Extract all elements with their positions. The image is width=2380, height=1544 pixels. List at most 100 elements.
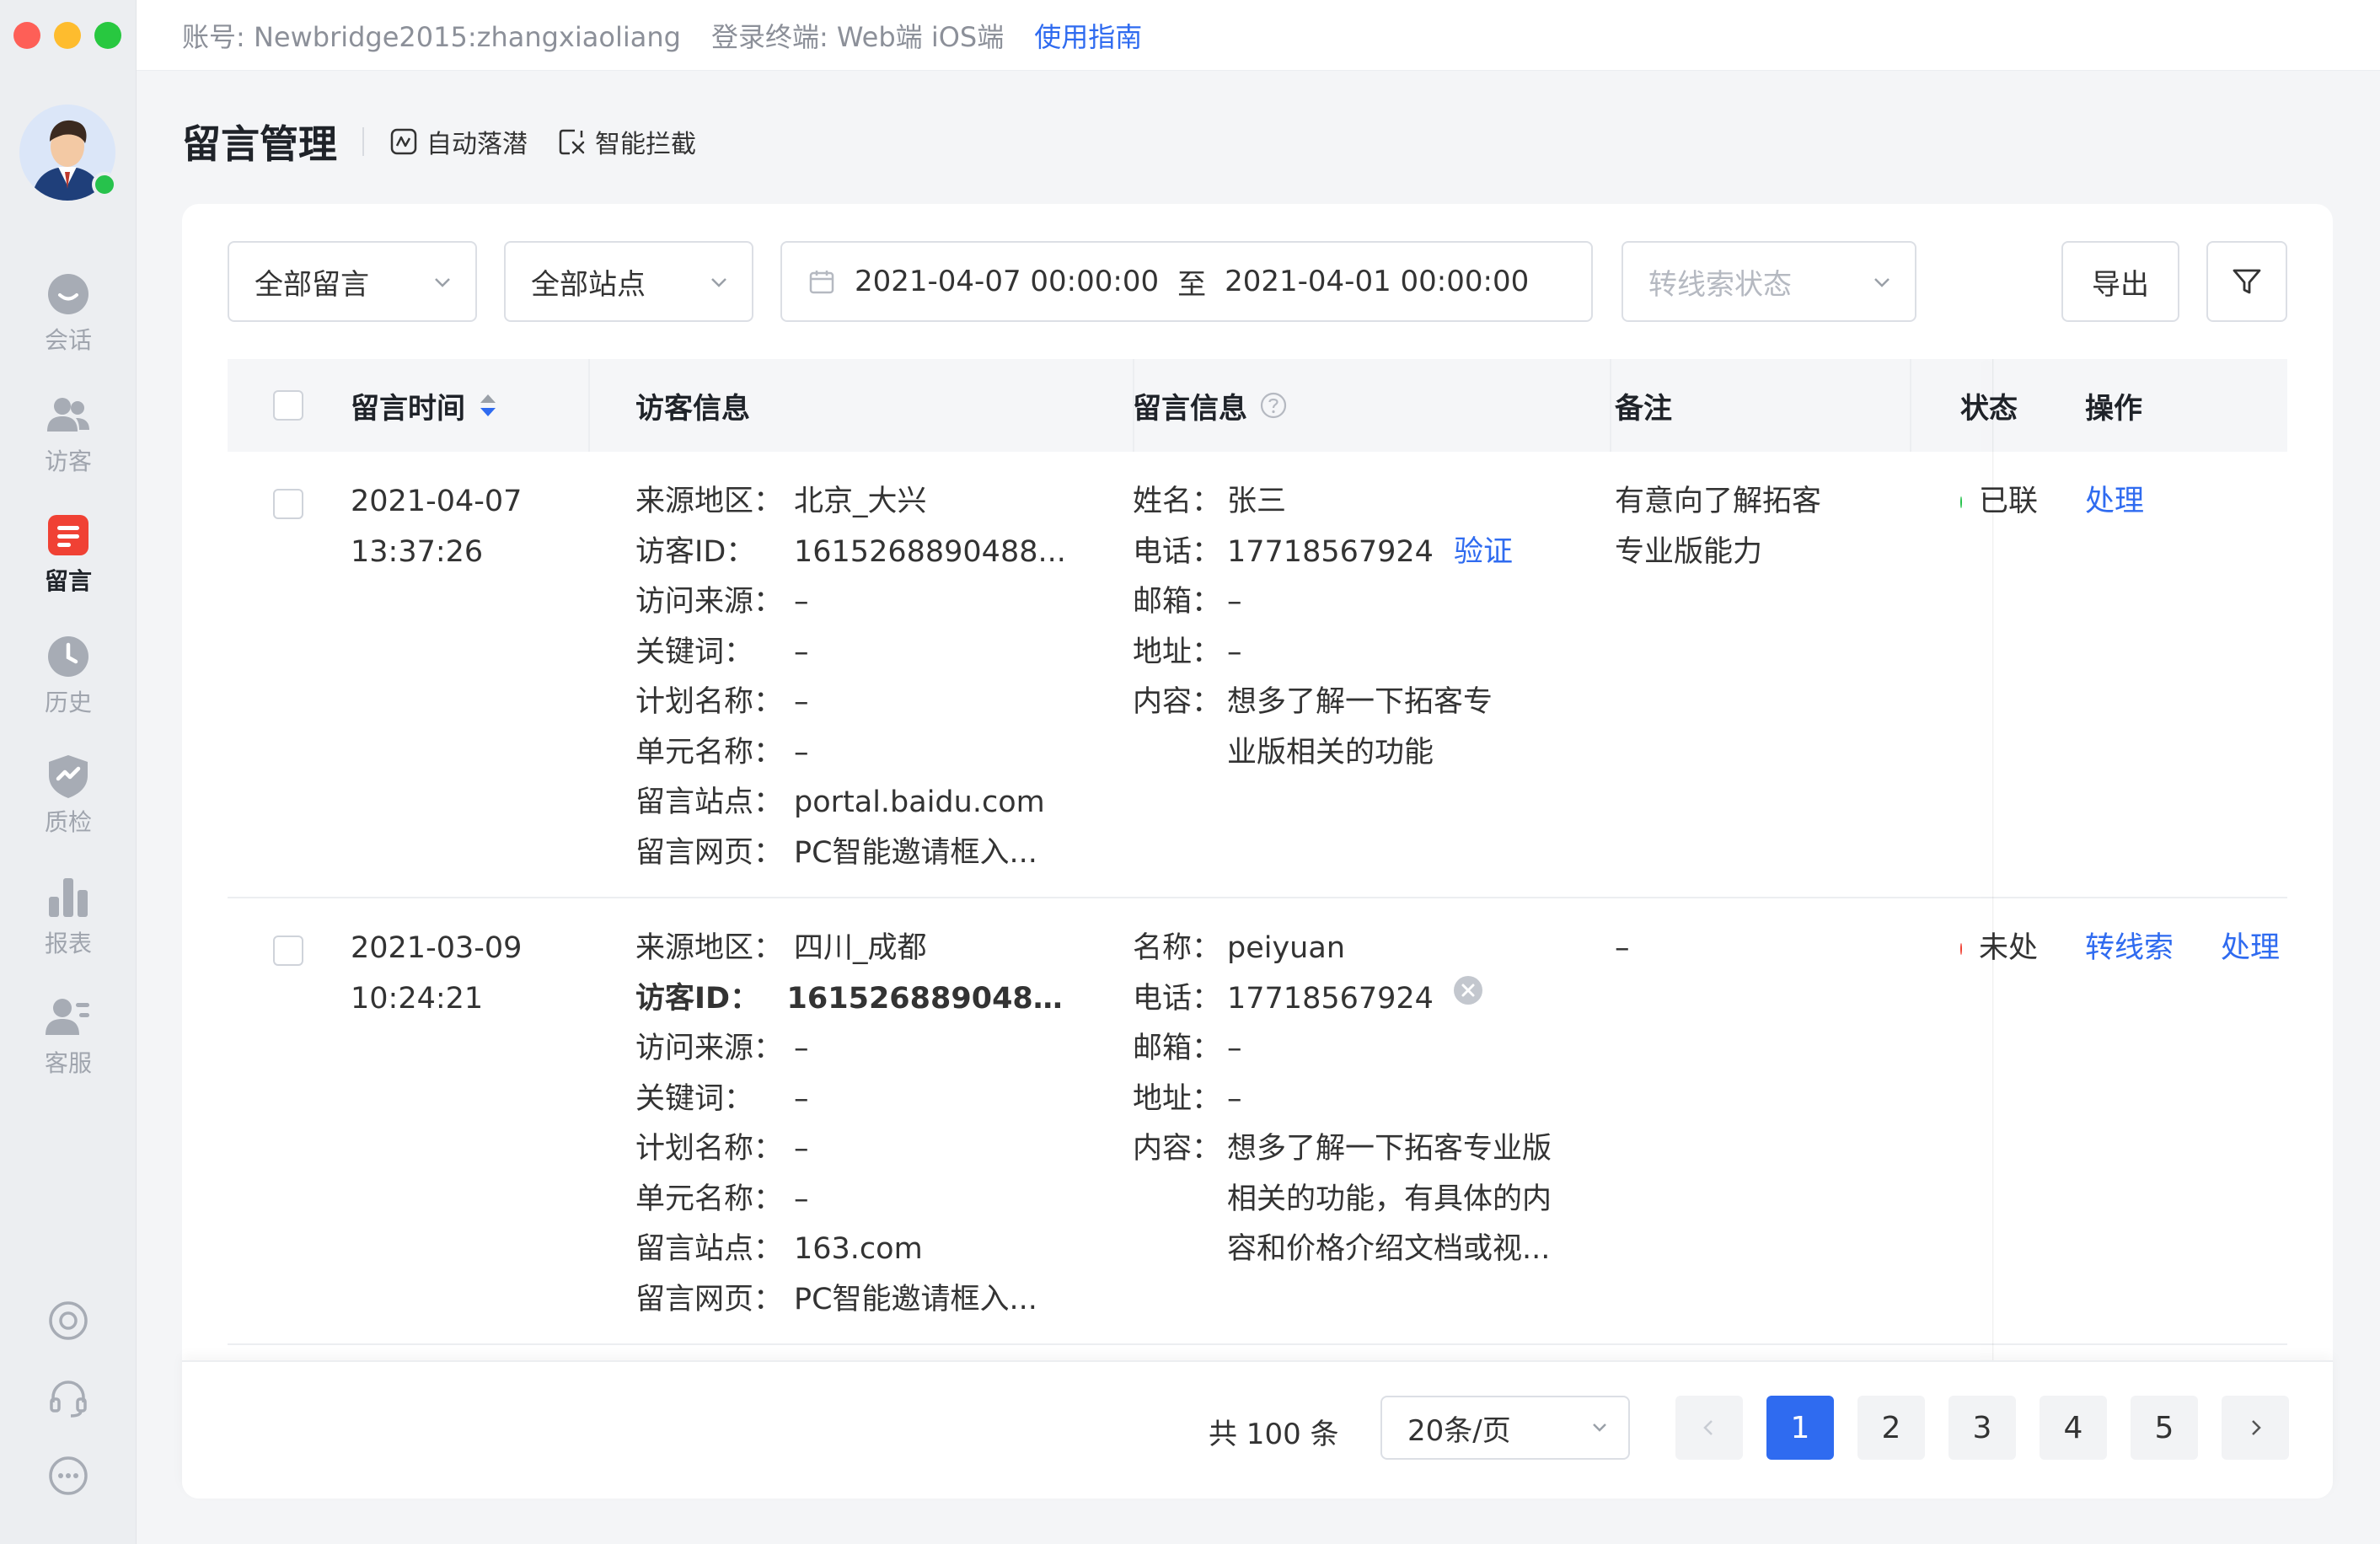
col-visitor-label: 访客信息 [635,391,750,426]
prev-page-button[interactable] [1675,1396,1743,1460]
message-clock-time: 13:37:26 [351,534,484,569]
auto-sink-icon [390,128,417,155]
status-badge: 未处 [1960,924,2038,974]
chat-icon [48,274,88,314]
settings-button[interactable] [0,1300,137,1342]
sidebar-item-label: 历史 [44,689,92,716]
page-3-button[interactable]: 3 [1948,1396,2016,1460]
date-range-picker[interactable]: 2021-04-07 00:00:00 至 2021-04-01 00:00:0… [780,241,1593,322]
row-actions: 处理 [2038,477,2287,528]
table-row: 2021-03-09 10:24:21 来源地区： 四川_成都 访客ID： 1615… [228,898,2287,1345]
top-bar: 账号: Newbridge2015:zhangxiaoliang 登录终端: W… [137,0,2380,71]
window-maximize-button[interactable] [94,22,121,49]
message-icon [48,515,88,555]
export-label: 导出 [2092,267,2149,302]
message-table: 留言时间 访客信息 留言信息 备注 状态 操作 2021-04-07 13:37… [228,359,2287,1345]
calendar-icon [809,271,834,294]
sidebar-item-messages[interactable]: 留言 [0,512,137,597]
col-header-time[interactable]: 留言时间 [351,359,590,452]
page-size-select[interactable]: 20条/页 [1380,1396,1630,1460]
visitor-page: 留言网页： PC智能邀请框入... [635,835,1037,870]
chevron-left-icon [1703,1420,1713,1435]
msg-name: 名称： peiyuan [1133,931,1345,965]
visitor-plan: 计划名称： – [635,1132,809,1166]
avatar[interactable] [19,105,117,201]
column-divider [1910,359,1911,452]
support-button[interactable] [0,1377,137,1419]
agent-icon [46,999,89,1035]
visitor-id: 访客ID： 1615268890488... [635,981,1074,1016]
message-type-select[interactable]: 全部留言 [228,241,477,322]
total-count: 共 100 条 [1209,1418,1339,1451]
headset-icon [50,1380,87,1418]
lead-status-select[interactable]: 转线索状态 [1622,241,1916,322]
smart-block-button[interactable]: 智能拦截 [558,123,696,160]
sidebar-item-quality[interactable]: 质检 [0,753,137,838]
convert-lead-button[interactable]: 转线索 [2085,924,2174,974]
page-header: 留言管理 自动落潜 智能拦截 [182,108,726,175]
lead-status-placeholder: 转线索状态 [1648,267,1792,302]
sidebar-item-agents[interactable]: 客服 [0,994,137,1079]
window-minimize-button[interactable] [54,22,81,49]
page-2-button[interactable]: 2 [1857,1396,1925,1460]
filter-button[interactable] [2206,241,2287,322]
col-header-visitor: 访客信息 [635,359,1134,452]
more-dots-icon [49,1456,88,1495]
msg-email: 邮箱： – [1133,1032,1242,1065]
msg-phone: 电话： 17718567924 [1133,974,1588,1025]
row-checkbox[interactable] [273,489,303,519]
user-guide-link[interactable]: 使用指南 [1034,16,1142,55]
visitor-page: 留言网页： PC智能邀请框入... [635,1282,1037,1316]
page-5-button[interactable]: 5 [2131,1396,2198,1460]
export-button[interactable]: 导出 [2061,241,2179,322]
auto-sink-button[interactable]: 自动落潜 [389,123,528,160]
sidebar-item-visitors[interactable]: 访客 [0,393,137,477]
row-checkbox[interactable] [273,936,303,966]
table-row: 2021-04-07 13:37:26 来源地区： 北京_大兴 访客ID： 1615… [228,452,2287,898]
col-header-ops: 操作 [2038,359,2287,452]
chevron-right-icon [2252,1420,2261,1435]
visitor-region: 来源地区： 北京_大兴 [635,485,927,518]
sidebar-item-chat[interactable]: 会话 [0,271,137,356]
sort-icon[interactable] [477,391,499,420]
msg-content-line: 相关的功能，有具体的内 [1227,1182,1552,1216]
select-all-checkbox[interactable] [273,390,303,421]
process-button[interactable]: 处理 [2221,924,2280,974]
sidebar: 会话 访客 留言 历史 质检 报表 客服 [0,0,137,1544]
more-button[interactable] [0,1455,137,1497]
message-type-value: 全部留言 [255,267,369,302]
site-select[interactable]: 全部站点 [504,241,753,322]
message-date: 2021-04-07 [351,485,523,518]
row-checkbox-cell [273,936,303,966]
message-list-card: 全部留言 全部站点 2021-04-07 00:00:00 至 2021-04-… [182,204,2333,1498]
login-terminals: 登录终端: Web端 iOS端 [710,20,1005,53]
msg-email: 邮箱： – [1133,585,1242,619]
process-button[interactable]: 处理 [2085,485,2144,518]
page-1-button[interactable]: 1 [1766,1396,1834,1460]
visitor-site: 留言站点： portal.baidu.com [635,785,1045,819]
verify-phone-link[interactable]: 验证 [1454,528,1513,578]
visitor-keyword: 关键词： – [635,635,809,669]
visitor-unit: 单元名称： – [635,735,809,769]
page-4-button[interactable]: 4 [2040,1396,2107,1460]
message-date: 2021-03-09 [351,931,523,965]
visitor-keyword: 关键词： – [635,1081,809,1116]
col-ops-label: 操作 [2085,391,2142,426]
header-divider [362,127,364,156]
sidebar-item-reports[interactable]: 报表 [0,875,137,959]
visitors-icon [47,398,89,432]
clear-phone-icon[interactable] [1452,974,1484,1006]
col-remark-label: 备注 [1615,391,1672,426]
help-icon[interactable] [1259,391,1288,420]
col-header-status: 状态 [1960,359,2018,452]
next-page-button[interactable] [2222,1396,2289,1460]
sidebar-item-history[interactable]: 历史 [0,634,137,718]
window-close-button[interactable] [13,22,40,49]
visitor-info: 来源地区： 北京_大兴 访客ID： 1615268890488... 访问来源： – … [635,477,1074,878]
status-dot [1960,496,1962,508]
visitor-region: 来源地区： 四川_成都 [635,931,927,965]
date-end: 2021-04-01 00:00:00 [1225,265,1530,298]
visitor-plan: 计划名称： – [635,685,809,719]
remark: 有意向了解拓客 专业版能力 [1615,485,1822,569]
msg-address: 地址： – [1133,635,1242,669]
